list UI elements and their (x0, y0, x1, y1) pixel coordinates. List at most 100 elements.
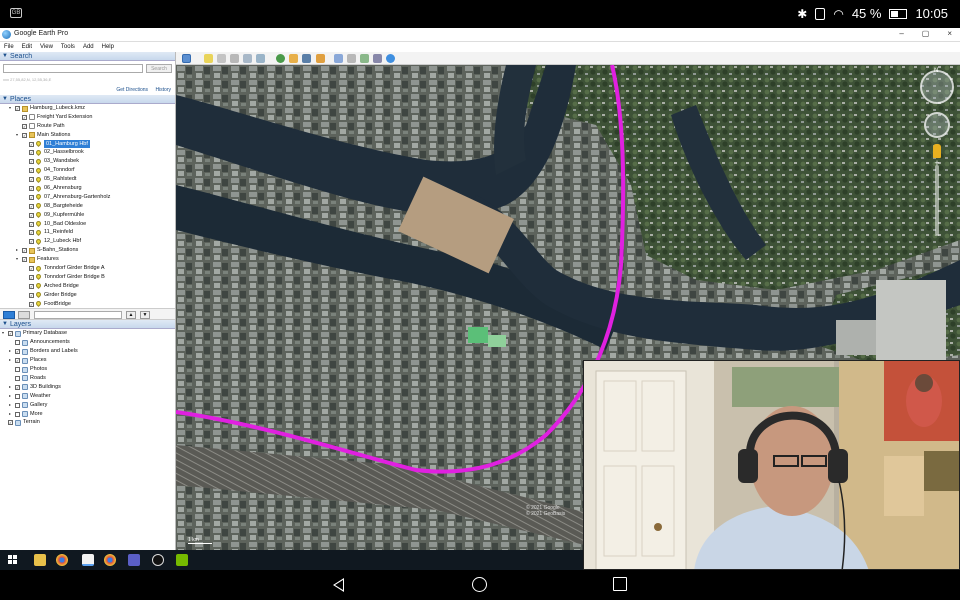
menu-add[interactable]: Add (83, 42, 94, 52)
menu-view[interactable]: View (40, 42, 53, 52)
places-item[interactable]: ✓ FootBridge (0, 300, 175, 309)
visibility-checkbox[interactable] (15, 411, 20, 417)
places-item[interactable]: ✓ 08_Bargteheide (0, 202, 175, 211)
unreal-icon[interactable] (152, 554, 164, 566)
expand-arrow-icon[interactable]: ▾ (2, 329, 7, 338)
places-item[interactable]: ✓ Arched Bridge (0, 282, 175, 291)
places-item[interactable]: ✓ 02_Hasselbrook (0, 148, 175, 157)
back-icon[interactable] (333, 578, 344, 592)
places-item[interactable]: ✓ 12_Lubeck Hbf (0, 237, 175, 246)
chrome-icon[interactable] (56, 554, 68, 566)
menu-file[interactable]: File (4, 42, 14, 52)
visibility-checkbox[interactable]: ✓ (29, 168, 34, 174)
layers-item[interactable]: ▸ Gallery (0, 401, 175, 410)
visibility-checkbox[interactable] (15, 340, 20, 346)
visibility-checkbox[interactable]: ✓ (22, 114, 27, 120)
menu-edit[interactable]: Edit (22, 42, 32, 52)
visibility-checkbox[interactable]: ✓ (8, 420, 13, 426)
visibility-checkbox[interactable]: ✓ (15, 106, 20, 111)
layers-item[interactable]: ▾ ✓ Primary Database (0, 329, 175, 338)
expand-arrow-icon[interactable]: ▸ (16, 246, 21, 255)
visibility-checkbox[interactable] (15, 375, 20, 381)
sidebar-toggle-icon[interactable] (182, 54, 191, 63)
visibility-checkbox[interactable]: ✓ (29, 239, 34, 245)
places-item[interactable]: ✓ Freight Yard Extension (0, 113, 175, 122)
teams-icon[interactable] (128, 554, 140, 566)
visibility-checkbox[interactable]: ✓ (15, 349, 20, 355)
ruler-icon[interactable] (316, 54, 325, 63)
print-icon[interactable] (347, 54, 356, 63)
places-item[interactable]: ✓ 07_Ahrensburg-Gartenholz (0, 193, 175, 202)
expand-arrow-icon[interactable]: ▸ (9, 410, 14, 419)
visibility-checkbox[interactable] (15, 367, 20, 373)
look-control-icon[interactable] (920, 70, 954, 104)
expand-arrow-icon[interactable]: ▾ (16, 255, 21, 264)
layers-item[interactable]: ▸ More (0, 410, 175, 419)
collapse-arrow-icon[interactable]: ▼ (2, 95, 8, 104)
layers-item[interactable]: ▸ Weather (0, 392, 175, 401)
record-tour-icon[interactable] (256, 54, 265, 63)
expand-arrow-icon[interactable]: ▸ (9, 401, 14, 410)
search-input[interactable] (3, 64, 143, 73)
places-item[interactable]: ✓ 10_Bad Oldesloe (0, 220, 175, 229)
expand-arrow-icon[interactable]: ▸ (9, 347, 14, 356)
places-item[interactable]: ▾ ✓ Features (0, 255, 175, 264)
visibility-checkbox[interactable]: ✓ (29, 203, 34, 209)
visibility-checkbox[interactable]: ✓ (29, 274, 34, 280)
zoom-slider[interactable] (935, 165, 939, 235)
path-icon[interactable] (230, 54, 239, 63)
close-button[interactable]: × (947, 29, 952, 38)
polygon-icon[interactable] (217, 54, 226, 63)
visibility-checkbox[interactable]: ✓ (29, 186, 34, 192)
layers-header[interactable]: ▼ Layers (0, 320, 175, 330)
menu-help[interactable]: Help (102, 42, 114, 52)
expand-arrow-icon[interactable]: ▸ (9, 392, 14, 401)
menu-tools[interactable]: Tools (61, 42, 75, 52)
places-header[interactable]: ▼ Places (0, 95, 175, 104)
visibility-checkbox[interactable]: ✓ (29, 141, 34, 147)
history-link[interactable]: History (155, 87, 171, 93)
layers-item[interactable]: Announcements (0, 338, 175, 347)
home-icon[interactable] (472, 577, 487, 592)
save-image-icon[interactable] (360, 54, 369, 63)
view-in-maps-icon[interactable] (373, 54, 382, 63)
visibility-checkbox[interactable]: ✓ (29, 283, 34, 289)
get-directions-link[interactable]: Get Directions (116, 87, 148, 93)
visibility-checkbox[interactable]: ✓ (29, 266, 34, 272)
places-item[interactable]: ✓ 05_Rahlstedt (0, 175, 175, 184)
visibility-checkbox[interactable]: ✓ (29, 177, 34, 183)
historical-imagery-icon[interactable] (276, 54, 285, 63)
recent-apps-icon[interactable] (613, 577, 627, 591)
expand-arrow-icon[interactable]: ▾ (16, 131, 21, 140)
places-panel-toggle-button[interactable] (18, 311, 30, 320)
visibility-checkbox[interactable]: ✓ (29, 150, 34, 156)
places-item[interactable]: ✓ Tonndorf Girder Bridge A (0, 264, 175, 273)
layers-item[interactable]: ▸ ✓ 3D Buildings (0, 383, 175, 392)
places-search-toggle-button[interactable] (3, 311, 15, 320)
visibility-checkbox[interactable]: ✓ (8, 331, 13, 337)
visibility-checkbox[interactable]: ✓ (22, 257, 27, 263)
places-filter-input[interactable] (34, 311, 122, 320)
visibility-checkbox[interactable]: ✓ (29, 230, 34, 236)
layers-item[interactable]: Photos (0, 365, 175, 374)
visibility-checkbox[interactable]: ✓ (15, 384, 20, 390)
sunlight-icon[interactable] (289, 54, 298, 63)
places-item[interactable]: ✓ Girder Bridge (0, 291, 175, 300)
email-icon[interactable] (334, 54, 343, 63)
visibility-checkbox[interactable]: ✓ (29, 301, 34, 307)
places-item[interactable]: ✓ 01_Hamburg Hbf (0, 139, 175, 149)
places-item[interactable]: ✓ Tonndorf Girder Bridge B (0, 273, 175, 282)
maximize-button[interactable]: ▢ (922, 29, 930, 38)
nvidia-icon[interactable] (176, 554, 188, 566)
chrome-icon[interactable] (104, 554, 116, 566)
search-header[interactable]: ▼ Search (0, 52, 175, 61)
layers-item[interactable]: ▸ ✓ Places (0, 356, 175, 365)
minimize-button[interactable]: – (899, 29, 903, 38)
move-up-button[interactable]: ▲ (126, 311, 136, 320)
visibility-checkbox[interactable]: ✓ (22, 132, 27, 138)
visibility-checkbox[interactable]: ✓ (22, 123, 27, 129)
layers-item[interactable]: Roads (0, 374, 175, 383)
planets-icon[interactable] (302, 54, 311, 63)
move-down-button[interactable]: ▼ (140, 311, 150, 320)
earth-icon[interactable] (386, 54, 395, 63)
